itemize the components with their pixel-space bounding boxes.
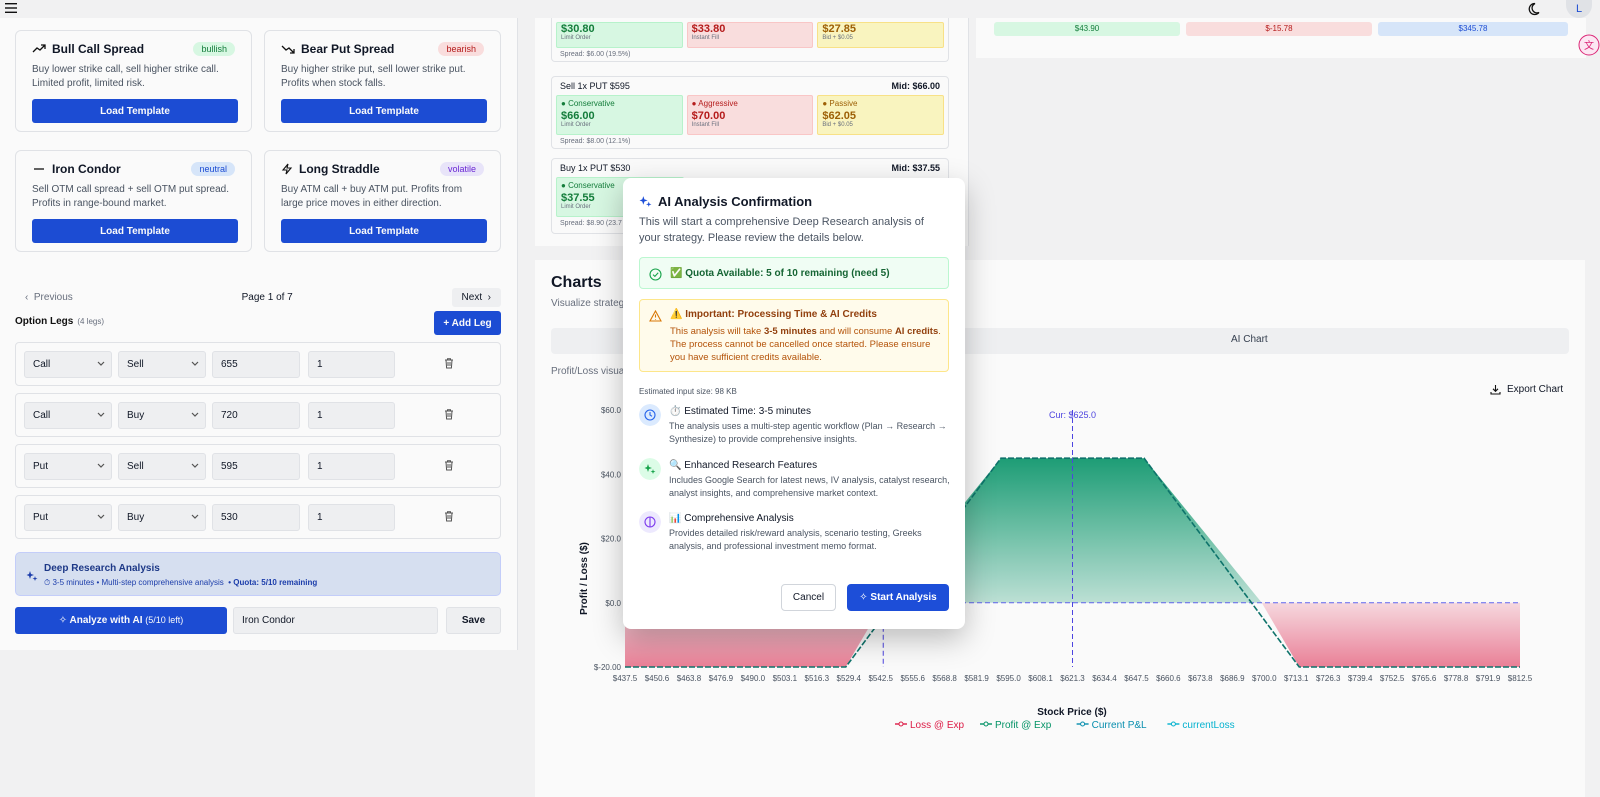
- svg-text:文: 文: [1584, 39, 1594, 52]
- warning-title: ⚠️ Important: Processing Time & AI Credi…: [670, 309, 877, 320]
- brain-icon: [639, 511, 661, 533]
- feature-enhanced-research: 🔍 Enhanced Research Features Includes Go…: [639, 458, 955, 502]
- feature-title: 📊 Comprehensive Analysis: [669, 513, 794, 524]
- warning-triangle-icon: [649, 310, 662, 322]
- sparkles-icon: [639, 196, 652, 207]
- warn-time: 3-5 minutes: [763, 326, 817, 337]
- warning-banner: ⚠️ Important: Processing Time & AI Credi…: [639, 299, 949, 372]
- quota-text: ✅ Quota Available: 5 of 10 remaining (ne…: [670, 268, 890, 279]
- modal-title-text: AI Analysis Confirmation: [658, 194, 813, 209]
- cancel-button[interactable]: Cancel: [781, 584, 836, 611]
- feature-body: The analysis uses a multi-step agentic w…: [669, 421, 947, 444]
- feature-body: Provides detailed risk/reward analysis, …: [669, 528, 922, 551]
- feature-body: Includes Google Search for latest news, …: [669, 475, 950, 498]
- warning-body: This analysis will take 3-5 minutes and …: [670, 325, 942, 364]
- warn-text: and will consume: [819, 326, 893, 337]
- ai-analysis-modal: AI Analysis Confirmation This will start…: [623, 178, 965, 629]
- clock-icon: [639, 404, 661, 426]
- quota-banner: ✅ Quota Available: 5 of 10 remaining (ne…: [639, 257, 949, 289]
- feature-estimated-time: ⏱️ Estimated Time: 3-5 minutes The analy…: [639, 404, 955, 448]
- app-page: L Bull Call Spread bullish Buy lower str…: [0, 0, 1600, 797]
- feature-title: 🔍 Enhanced Research Features: [669, 460, 818, 471]
- translate-icon[interactable]: 文: [1578, 34, 1600, 56]
- sparkles-icon: [639, 458, 661, 480]
- feature-comprehensive-analysis: 📊 Comprehensive Analysis Provides detail…: [639, 511, 955, 555]
- start-analysis-label: Start Analysis: [870, 592, 937, 603]
- modal-description: This will start a comprehensive Deep Res…: [639, 216, 924, 244]
- warn-text: This analysis will take: [670, 326, 762, 337]
- check-circle-icon: [649, 268, 662, 281]
- estimated-input-size: Estimated input size: 98 KB: [639, 387, 737, 396]
- start-analysis-button[interactable]: ✧ Start Analysis: [847, 584, 949, 611]
- feature-title: ⏱️ Estimated Time: 3-5 minutes: [669, 406, 811, 417]
- modal-title: AI Analysis Confirmation: [639, 194, 812, 209]
- warn-credits: AI credits: [894, 326, 939, 337]
